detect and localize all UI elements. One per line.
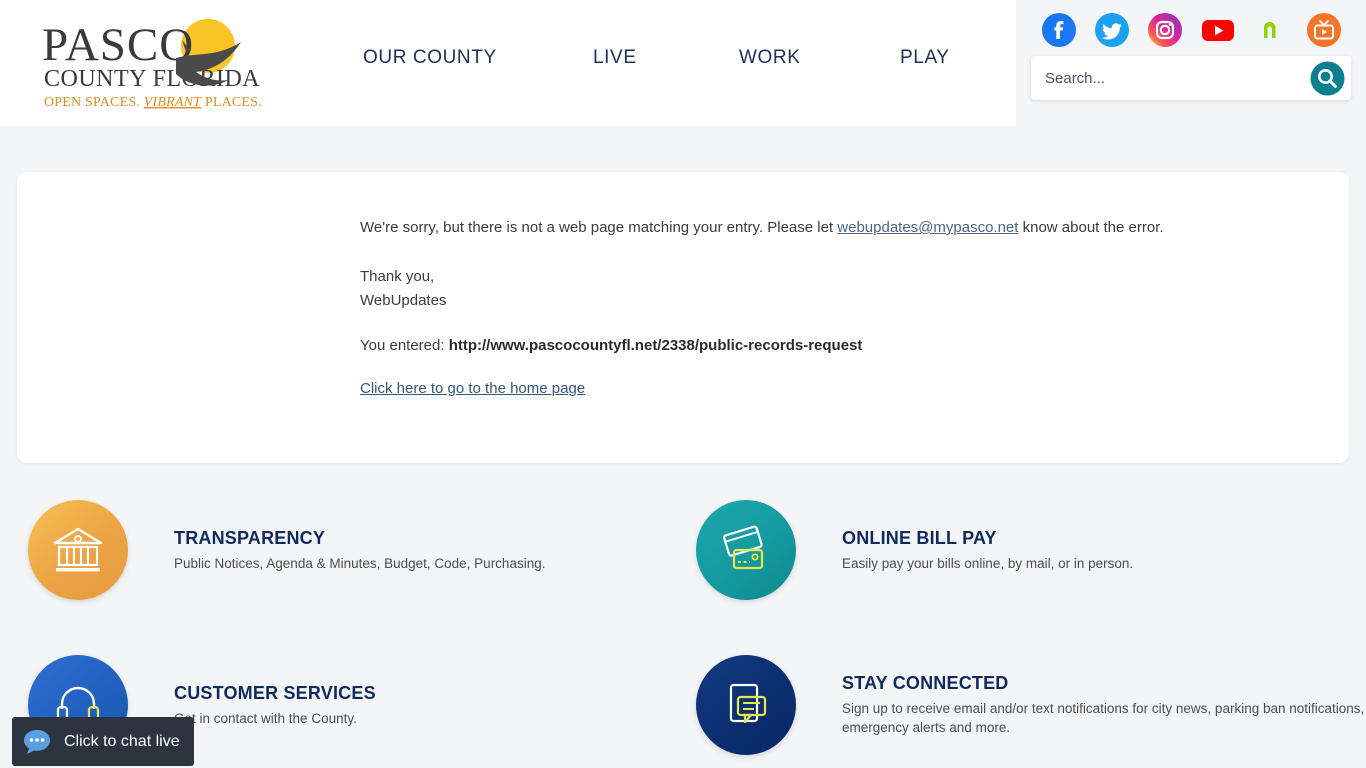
quicklink-text: CUSTOMER SERVICES Get in contact with th… [174,683,376,728]
quicklink-text: ONLINE BILL PAY Easily pay your bills on… [842,528,1133,573]
document-chat-icon-circle [696,655,796,755]
search-icon [1310,61,1345,95]
quicklink-desc: Get in contact with the County. [174,710,357,726]
error-content-card: We're sorry, but there is not a web page… [17,172,1349,463]
svg-text:OPEN SPACES. VIBRANT PLACES.: OPEN SPACES. VIBRANT PLACES. [44,95,262,110]
error-text-after: know about the error. [1018,219,1164,236]
pasco-tv-icon[interactable] [1306,12,1342,48]
thank-you-line: Thank you, [360,268,435,285]
search-input[interactable] [1031,69,1309,87]
quicklink-text: TRANSPARENCY Public Notices, Agenda & Mi… [174,528,545,573]
nav-our-county[interactable]: OUR COUNTY [363,47,497,69]
live-chat-widget[interactable]: Click to chat live [12,717,194,766]
quicklink-desc: Easily pay your bills online, by mail, o… [842,555,1134,571]
twitter-icon[interactable] [1094,12,1130,48]
signature-line: WebUpdates [360,292,447,309]
quicklink-title: CUSTOMER SERVICES [174,682,376,703]
quicklinks-row-1: TRANSPARENCY Public Notices, Agenda & Mi… [0,500,1366,655]
chat-bubble-icon [24,729,50,754]
quicklink-stay-connected[interactable]: STAY CONNECTED Sign up to receive email … [696,655,1366,755]
quicklink-desc: Sign up to receive email and/or text not… [842,701,1365,735]
search-panel [1031,56,1351,100]
error-message-block: We're sorry, but there is not a web page… [360,216,1260,313]
entered-label: You entered: [360,337,449,354]
nav-play[interactable]: PLAY [900,47,950,69]
social-links [1041,12,1342,48]
quicklinks-section: TRANSPARENCY Public Notices, Agenda & Mi… [0,500,1366,768]
credit-cards-icon [723,525,764,570]
webupdates-email-link[interactable]: webupdates@mypasco.net [837,219,1018,236]
quicklink-desc: Public Notices, Agenda & Minutes, Budget… [174,555,546,571]
main-navigation: OUR COUNTY LIVE WORK PLAY [340,47,980,79]
youtube-icon[interactable] [1200,12,1236,48]
chat-widget-label: Click to chat live [64,732,180,750]
courthouse-icon-circle [28,500,128,600]
courthouse-icon [53,527,103,572]
search-button[interactable] [1309,60,1346,97]
quicklink-title: TRANSPARENCY [174,527,326,548]
quicklinks-row-2: CUSTOMER SERVICES Get in contact with th… [0,655,1366,768]
instagram-icon[interactable] [1147,12,1183,48]
credit-cards-icon-circle [696,500,796,600]
entered-url-value: http://www.pascocountyfl.net/2338/public… [448,337,863,354]
quicklink-title: ONLINE BILL PAY [842,527,997,548]
document-chat-icon [729,683,767,724]
nav-live[interactable]: LIVE [593,47,637,69]
nextdoor-icon[interactable] [1253,12,1289,48]
quicklink-online-bill-pay[interactable]: ONLINE BILL PAY Easily pay your bills on… [696,500,1133,600]
site-header: PASCO COUNTY FLORIDA OPEN SPACES. VIBRAN… [0,0,1366,126]
pasco-county-logo[interactable]: PASCO COUNTY FLORIDA OPEN SPACES. VIBRAN… [36,16,266,112]
svg-text:PASCO: PASCO [42,19,194,71]
quicklink-title: STAY CONNECTED [842,673,1009,693]
quicklink-text: STAY CONNECTED Sign up to receive email … [842,673,1366,737]
nav-work[interactable]: WORK [739,47,801,69]
quicklink-transparency[interactable]: TRANSPARENCY Public Notices, Agenda & Mi… [28,500,545,600]
entered-url-block: You entered: http://www.pascocountyfl.ne… [360,337,862,354]
home-page-link[interactable]: Click here to go to the home page [360,380,585,397]
error-primary-line: We're sorry, but there is not a web page… [360,216,1260,240]
svg-text:COUNTY FLORIDA: COUNTY FLORIDA [44,66,260,92]
error-text-before: We're sorry, but there is not a web page… [360,219,838,236]
facebook-icon[interactable] [1041,12,1077,48]
